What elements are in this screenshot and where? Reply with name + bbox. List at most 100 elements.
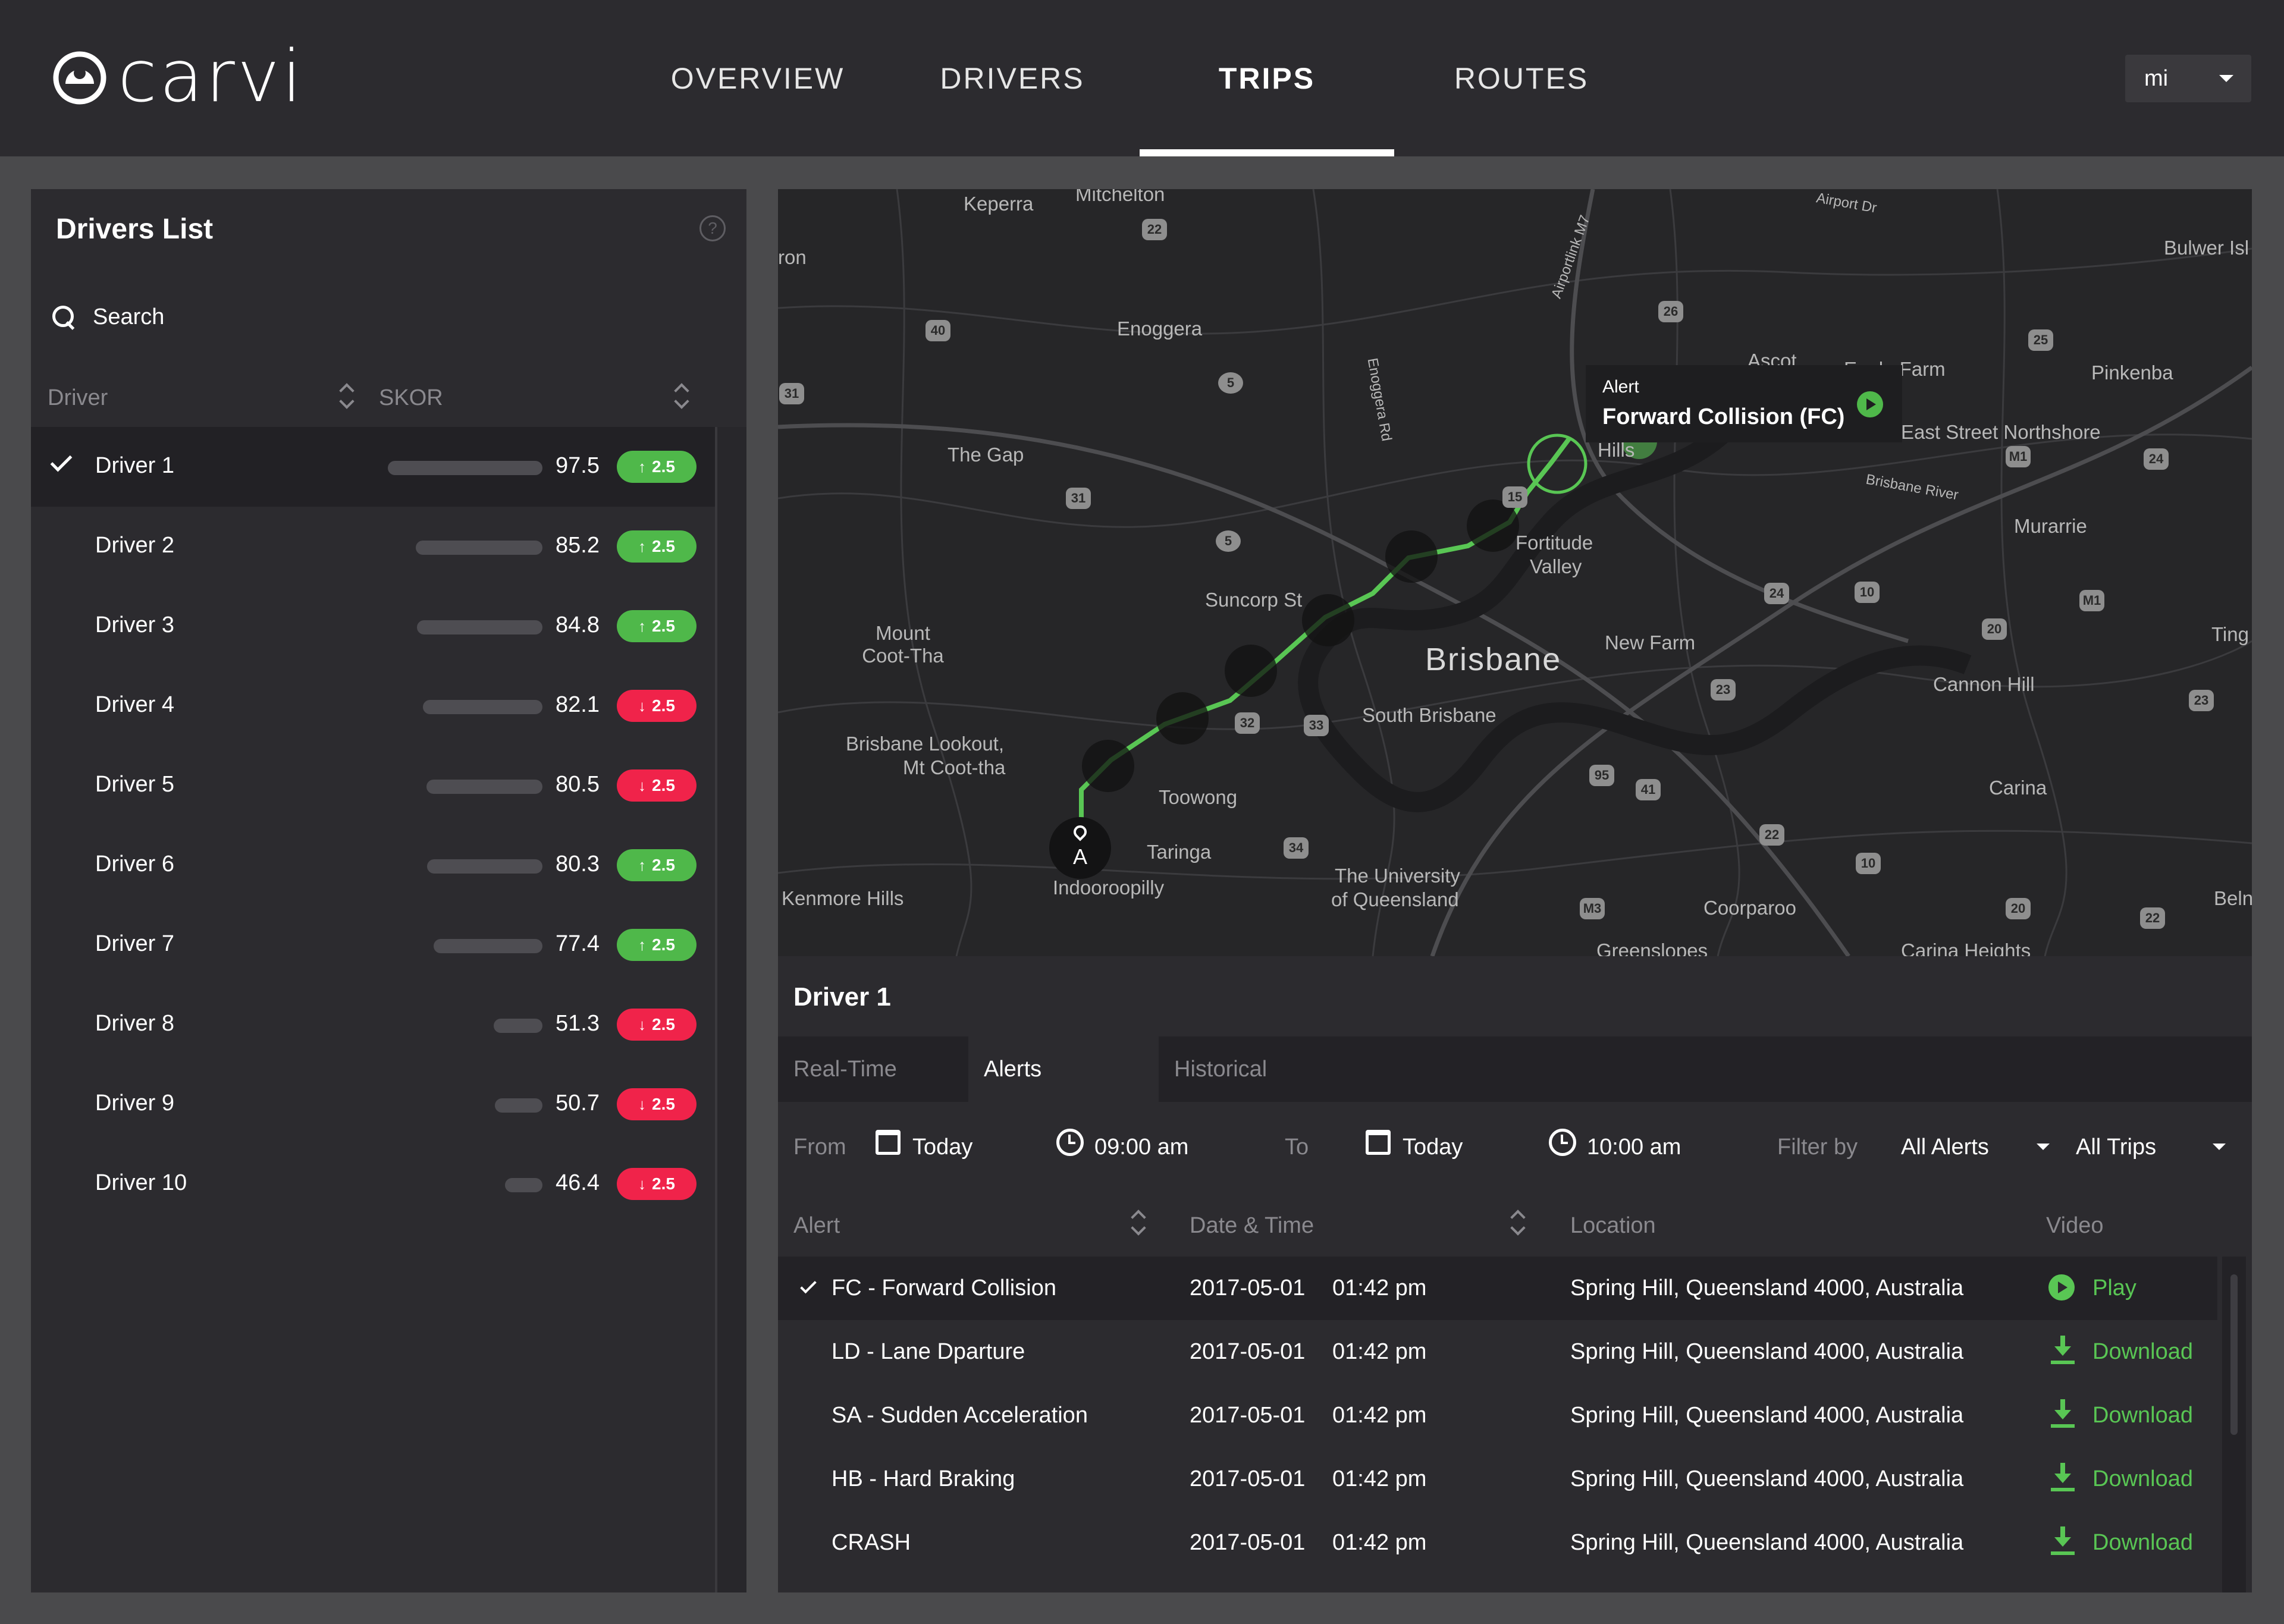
trip-map[interactable]: Keperra Mitchelton Enoggera The Gap Sunc… [778,189,2252,956]
nav-tab-overview[interactable]: OVERVIEW [630,0,885,156]
driver-row[interactable]: Driver 9 50.7 ↓ 2.5 [31,1064,715,1144]
driver-score: 50.7 [556,1091,600,1116]
skor-bar [382,1098,542,1113]
alert-type: FC - Forward Collision [832,1276,1056,1301]
column-header-alert[interactable]: Alert [793,1213,840,1239]
skor-bar-fill [426,780,542,794]
driver-row[interactable]: Driver 7 77.4 ↑ 2.5 [31,905,715,985]
arrow-up-icon: ↑ [638,856,647,874]
alert-time: 01:42 pm [1332,1466,1427,1491]
map-place-label: Pinkenba [2091,362,2173,384]
column-header-skor[interactable]: SKOR [379,385,443,411]
map-place-label: Murarrie [2014,515,2087,537]
alert-row[interactable]: HB - Hard Braking 2017-05-01 01:42 pm Sprin… [778,1447,2217,1511]
download-video-link[interactable]: Download [2092,1339,2193,1365]
trip-select[interactable]: All Trips [2076,1135,2156,1160]
skor-bar-fill [388,461,542,475]
driver-row[interactable]: Driver 2 85.2 ↑ 2.5 [31,507,715,586]
driver-name: Driver 7 [95,931,175,956]
driver-row[interactable]: Driver 6 80.3 ↑ 2.5 [31,825,715,905]
to-time-picker[interactable]: 10:00 am [1587,1135,1681,1160]
from-time-picker[interactable]: 09:00 am [1094,1135,1188,1160]
tab-historical[interactable]: Historical [1159,1036,1349,1102]
drivers-list-scrollbar[interactable] [715,427,746,1592]
score-delta-badge: ↑ 2.5 [617,530,697,563]
download-icon[interactable] [2051,1399,2075,1428]
alert-row[interactable]: SA - Sudden Acceleration 2017-05-01 01:42 … [778,1384,2217,1447]
from-date-picker[interactable]: Today [912,1135,972,1160]
column-header-datetime[interactable]: Date & Time [1190,1213,1314,1239]
road-shield: 5 [1216,530,1241,552]
nav-tab-trips[interactable]: TRIPS [1140,0,1394,156]
help-icon[interactable]: ? [699,215,726,241]
carvi-logo[interactable]: carvi [52,36,302,118]
skor-bar [382,939,542,953]
download-video-link[interactable]: Download [2092,1466,2193,1492]
map-place-label: Carina [1989,777,2047,799]
tab-real-time[interactable]: Real-Time [778,1036,968,1102]
sort-icon[interactable] [337,382,355,412]
download-icon[interactable] [2051,1526,2075,1555]
sort-icon[interactable] [1129,1208,1147,1238]
delta-value: 2.5 [652,457,675,476]
road-shield: 22 [2140,907,2165,929]
road-shield: 40 [925,320,950,341]
skor-bar [382,541,542,555]
alert-type: HB - Hard Braking [832,1466,1015,1491]
driver-row[interactable]: Driver 3 84.8 ↑ 2.5 [31,586,715,666]
alert-date: 2017-05-01 [1190,1276,1306,1301]
score-delta-badge: ↓ 2.5 [617,1168,697,1200]
top-header: carvi OVERVIEW DRIVERS TRIPS ROUTES mi [0,0,2284,156]
play-icon[interactable] [1857,391,1883,417]
alerts-table-scrollbar[interactable] [2222,1257,2246,1592]
sort-icon[interactable] [672,382,690,412]
road-shield: 41 [1636,779,1661,800]
trip-details-panel: Driver 1 Real-Time Alerts Historical Fro… [778,956,2252,1592]
column-header-driver[interactable]: Driver [48,385,108,411]
user-menu-select[interactable]: mi [2125,55,2251,102]
download-icon[interactable] [2051,1336,2075,1364]
map-place-label: Mt Coot-tha [903,756,1006,778]
brand-name: carvi [118,36,305,118]
driver-row[interactable]: Driver 10 46.4 ↓ 2.5 [31,1144,715,1224]
map-place-label: Valley [1530,555,1582,577]
main-nav: OVERVIEW DRIVERS TRIPS ROUTES [630,0,1649,156]
alert-type-select[interactable]: All Alerts [1901,1135,1989,1160]
driver-score: 80.5 [556,772,600,797]
road-shield: 31 [1066,488,1091,509]
alert-row[interactable]: LD - Lane Dparture 2017-05-01 01:42 pm Spri… [778,1320,2217,1384]
driver-row[interactable]: Driver 4 82.1 ↓ 2.5 [31,666,715,746]
arrow-up-icon: ↑ [638,935,647,954]
driver-search[interactable]: Search [49,299,164,335]
road-shield: 5 [1218,372,1243,394]
driver-row[interactable]: Driver 8 51.3 ↓ 2.5 [31,985,715,1064]
alert-row[interactable]: FC - Forward Collision 2017-05-01 01:42 pm… [778,1257,2217,1320]
alert-row[interactable]: CRASH 2017-05-01 01:42 pm Spring Hill, Quee… [778,1511,2217,1575]
score-delta-badge: ↓ 2.5 [617,1009,697,1041]
map-place-label: Ting [2211,623,2249,645]
driver-row[interactable]: Driver 1 97.5 ↑ 2.5 [31,427,715,507]
play-video-link[interactable]: Play [2092,1276,2136,1301]
driver-row[interactable]: Driver 5 80.5 ↓ 2.5 [31,746,715,825]
map-place-label: Kenmore Hills [782,887,904,909]
sort-icon[interactable] [1508,1208,1526,1238]
alert-type: CRASH [832,1530,911,1555]
driver-name: Driver 10 [95,1170,187,1195]
tab-alerts[interactable]: Alerts [968,1036,1159,1102]
nav-tab-drivers[interactable]: DRIVERS [885,0,1140,156]
download-icon[interactable] [2051,1463,2075,1491]
map-alert-popup[interactable]: Alert Forward Collision (FC) [1586,365,1902,442]
to-date-picker[interactable]: Today [1403,1135,1463,1160]
route-start-pin[interactable]: A [1049,817,1111,879]
download-video-link[interactable]: Download [2092,1530,2193,1556]
arrow-down-icon: ↓ [638,1015,647,1034]
driver-name: Driver 5 [95,772,175,797]
skor-bar-fill [417,620,542,634]
alert-time: 01:42 pm [1332,1403,1427,1428]
road-shield: 23 [1711,679,1736,701]
download-video-link[interactable]: Download [2092,1403,2193,1428]
play-icon[interactable] [2048,1274,2075,1301]
map-place-label: Mitchelton [1075,189,1165,205]
check-icon [50,450,73,472]
nav-tab-routes[interactable]: ROUTES [1394,0,1649,156]
